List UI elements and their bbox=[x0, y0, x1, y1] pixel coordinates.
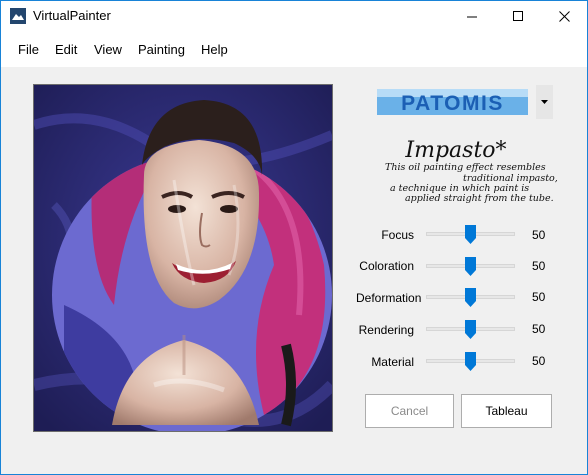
rendering-slider-thumb[interactable] bbox=[465, 320, 476, 339]
impasto-portrait-image bbox=[34, 85, 332, 431]
menu-bar: File Edit View Painting Help bbox=[1, 31, 587, 67]
effect-title: Impasto* bbox=[405, 138, 507, 163]
effect-description-line: applied straight from the tube. bbox=[405, 193, 554, 204]
menu-view[interactable]: View bbox=[94, 42, 122, 57]
minimize-button[interactable] bbox=[449, 1, 495, 31]
material-slider-thumb[interactable] bbox=[465, 352, 476, 371]
painting-preview[interactable] bbox=[33, 84, 333, 432]
focus-label: Focus bbox=[381, 228, 414, 242]
menu-edit[interactable]: Edit bbox=[55, 42, 77, 57]
rendering-label: Rendering bbox=[358, 323, 414, 337]
maximize-icon bbox=[512, 10, 523, 21]
menu-painting[interactable]: Painting bbox=[138, 42, 185, 57]
minimize-icon bbox=[466, 16, 477, 17]
coloration-slider-thumb[interactable] bbox=[465, 257, 476, 276]
effect-description-line: This oil painting effect resembles bbox=[385, 162, 546, 173]
virtualpainter-window: VirtualPainter File Edit View Painting H… bbox=[0, 0, 588, 475]
title-bar[interactable]: VirtualPainter bbox=[1, 1, 587, 31]
app-logo-icon bbox=[10, 8, 26, 24]
menu-help[interactable]: Help bbox=[201, 42, 228, 57]
close-icon bbox=[558, 10, 570, 22]
brand-name: PATOMIS bbox=[401, 92, 504, 115]
tableau-button[interactable]: Tableau bbox=[461, 394, 552, 428]
coloration-value: 50 bbox=[532, 259, 546, 273]
material-label: Material bbox=[371, 355, 414, 369]
focus-value: 50 bbox=[532, 228, 546, 242]
brand-dropdown-button[interactable] bbox=[536, 85, 553, 119]
window-title: VirtualPainter bbox=[33, 8, 111, 23]
close-button[interactable] bbox=[541, 1, 587, 31]
focus-slider-thumb[interactable] bbox=[465, 225, 476, 244]
maximize-button[interactable] bbox=[495, 1, 541, 31]
deformation-label: Deformation bbox=[356, 291, 422, 305]
deformation-value: 50 bbox=[532, 290, 546, 304]
deformation-slider-thumb[interactable] bbox=[465, 288, 476, 307]
material-value: 50 bbox=[532, 354, 546, 368]
rendering-value: 50 bbox=[532, 322, 546, 336]
menu-file[interactable]: File bbox=[18, 42, 39, 57]
coloration-label: Coloration bbox=[359, 259, 414, 273]
cancel-button[interactable]: Cancel bbox=[365, 394, 454, 428]
chevron-down-icon bbox=[541, 100, 548, 104]
brand-logo: PATOMIS bbox=[377, 89, 528, 115]
